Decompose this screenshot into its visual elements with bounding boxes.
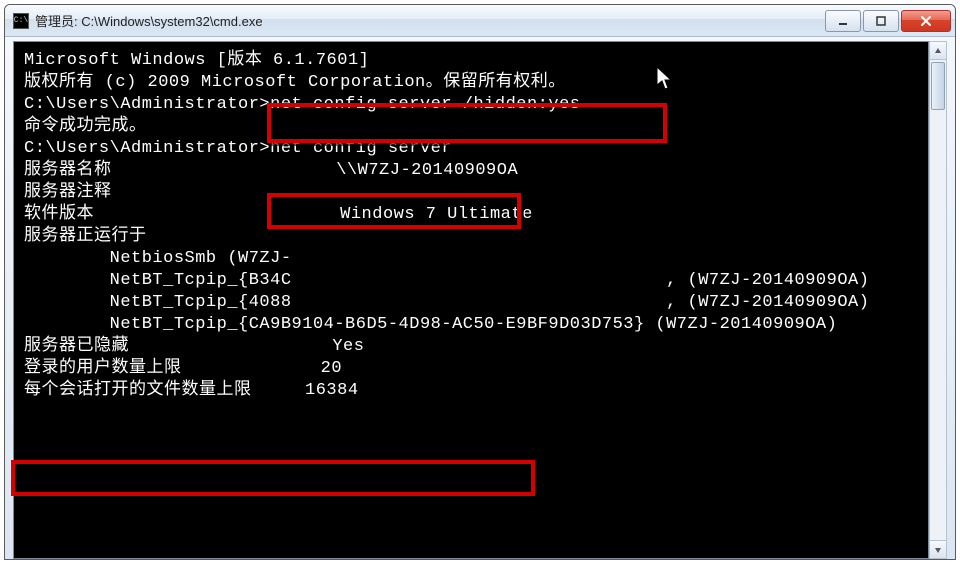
window-frame: C:\ 管理员: C:\Windows\system32\cmd.exe Mic…: [4, 4, 956, 560]
console-text: 服务器注释: [24, 182, 918, 204]
console-text: 命令成功完成。: [24, 116, 918, 138]
cmd-icon: C:\: [13, 13, 29, 29]
scroll-track[interactable]: [930, 60, 946, 540]
console-text: C:\Users\Administrator>net config server: [24, 138, 918, 160]
console-text: C:\Users\Administrator>net config server…: [24, 94, 918, 116]
console-text: Microsoft Windows [版本 6.1.7601]: [24, 50, 918, 72]
console-text: NetBT_Tcpip_{CA9B9104-B6D5-4D98-AC50-E9B…: [24, 314, 918, 336]
console-text: 版权所有 (c) 2009 Microsoft Corporation。保留所有…: [24, 72, 918, 94]
scroll-up-button[interactable]: [930, 42, 946, 60]
close-button[interactable]: [901, 10, 951, 32]
minimize-button[interactable]: [825, 10, 861, 32]
console-text: 服务器名称 \\W7ZJ-20140909OA: [24, 160, 918, 182]
console-text: 每个会话打开的文件数量上限 16384: [24, 380, 918, 402]
titlebar[interactable]: C:\ 管理员: C:\Windows\system32\cmd.exe: [5, 5, 955, 37]
console-text: 服务器已隐藏 Yes: [24, 336, 918, 358]
console-text: NetbiosSmb (W7ZJ-: [24, 248, 918, 270]
scroll-down-button[interactable]: [930, 540, 946, 558]
console-client-area[interactable]: Microsoft Windows [版本 6.1.7601] 版权所有 (c)…: [13, 41, 929, 559]
console-text: 服务器正运行于: [24, 226, 918, 248]
scroll-thumb[interactable]: [931, 62, 945, 110]
window-title: 管理员: C:\Windows\system32\cmd.exe: [35, 11, 823, 30]
console-text: 登录的用户数量上限 20: [24, 358, 918, 380]
console-text: 软件版本 Windows 7 Ultimate: [24, 204, 918, 226]
console-text: NetBT_Tcpip_{B34C , (W7ZJ-20140909OA): [24, 270, 918, 292]
window-controls: [823, 10, 951, 32]
maximize-button[interactable]: [863, 10, 899, 32]
vertical-scrollbar[interactable]: [929, 41, 947, 559]
console-text: NetBT_Tcpip_{4088 , (W7ZJ-20140909OA): [24, 292, 918, 314]
